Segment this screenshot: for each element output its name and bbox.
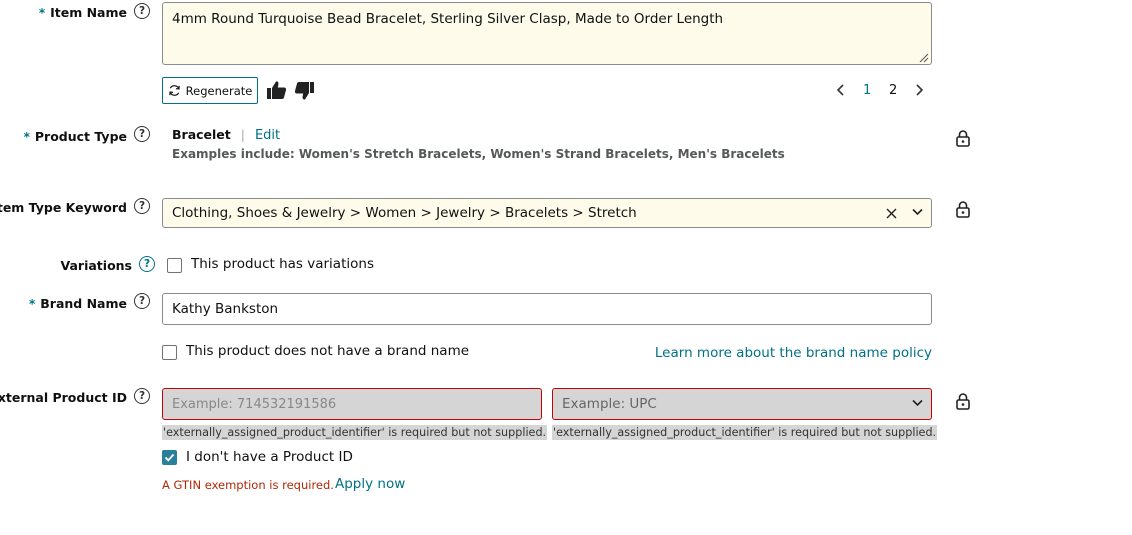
item-type-keyword-label: Item Type Keyword xyxy=(0,200,127,215)
product-id-input[interactable]: Example: 714532191586 xyxy=(162,388,542,420)
product-type-help-icon[interactable]: ? xyxy=(134,126,150,142)
page-2-button[interactable]: 2 xyxy=(889,83,897,98)
product-type-examples: Examples include: Women's Stretch Bracel… xyxy=(172,147,785,161)
item-type-keyword-value: Clothing, Shoes & Jewelry > Women > Jewe… xyxy=(172,205,637,221)
variations-checkbox[interactable] xyxy=(167,258,182,273)
page-1-button[interactable]: 1 xyxy=(863,83,871,98)
brand-name-help-icon[interactable]: ? xyxy=(134,293,150,309)
chevron-left-icon[interactable] xyxy=(836,84,845,96)
external-product-id-help-icon[interactable]: ? xyxy=(134,388,150,404)
thumbs-up-icon[interactable] xyxy=(266,80,287,100)
regenerate-button[interactable]: Regenerate xyxy=(162,77,258,104)
separator: | xyxy=(240,127,245,142)
no-brand-label[interactable]: This product does not have a brand name xyxy=(186,343,469,359)
item-name-label: * Item Name xyxy=(38,5,127,20)
lock-icon xyxy=(956,393,970,410)
external-product-id-label: External Product ID xyxy=(0,390,127,405)
thumbs-down-icon[interactable] xyxy=(294,81,315,101)
checkmark-icon xyxy=(164,453,175,462)
chevron-down-icon[interactable] xyxy=(912,399,923,407)
lock-icon xyxy=(956,130,970,147)
variations-help-icon[interactable]: ? xyxy=(139,256,155,272)
apply-now-link[interactable]: Apply now xyxy=(335,476,405,492)
product-id-type-error-message: 'externally_assigned_product_identifier'… xyxy=(552,425,938,440)
refresh-icon xyxy=(168,85,180,96)
product-id-type-select[interactable]: Example: UPC xyxy=(552,388,932,420)
product-id-placeholder: Example: 714532191586 xyxy=(172,396,337,412)
brand-name-label: * Brand Name xyxy=(28,296,127,311)
regenerate-label: Regenerate xyxy=(185,83,253,98)
variations-checkbox-label[interactable]: This product has variations xyxy=(191,256,374,272)
no-product-id-label[interactable]: I don't have a Product ID xyxy=(186,449,353,465)
gtin-exemption-message: A GTIN exemption is required. xyxy=(162,478,334,492)
no-product-id-checkbox[interactable] xyxy=(162,450,177,465)
item-name-help-icon[interactable]: ? xyxy=(134,3,150,19)
item-type-keyword-select[interactable]: Clothing, Shoes & Jewelry > Women > Jewe… xyxy=(162,198,932,228)
product-type-label: * Product Type xyxy=(23,129,127,144)
product-id-type-placeholder: Example: UPC xyxy=(562,396,657,412)
resize-handle-icon[interactable] xyxy=(918,52,929,63)
brand-name-input[interactable]: Kathy Bankston xyxy=(162,293,932,325)
item-name-textarea[interactable]: 4mm Round Turquoise Bead Bracelet, Sterl… xyxy=(162,2,932,65)
product-type-edit-link[interactable]: Edit xyxy=(255,128,280,143)
item-type-keyword-help-icon[interactable]: ? xyxy=(134,198,150,214)
no-brand-checkbox[interactable] xyxy=(162,345,177,360)
brand-policy-link[interactable]: Learn more about the brand name policy xyxy=(655,345,932,361)
clear-icon[interactable] xyxy=(886,208,897,219)
chevron-right-icon[interactable] xyxy=(915,84,924,96)
product-id-error-message: 'externally_assigned_product_identifier'… xyxy=(162,425,548,440)
chevron-down-icon[interactable] xyxy=(912,208,923,216)
product-type-value-row: Bracelet | Edit xyxy=(172,127,280,143)
variations-label: Variations xyxy=(60,258,133,273)
brand-name-value: Kathy Bankston xyxy=(172,301,279,317)
lock-icon xyxy=(956,201,970,218)
product-type-value: Bracelet xyxy=(172,127,231,142)
